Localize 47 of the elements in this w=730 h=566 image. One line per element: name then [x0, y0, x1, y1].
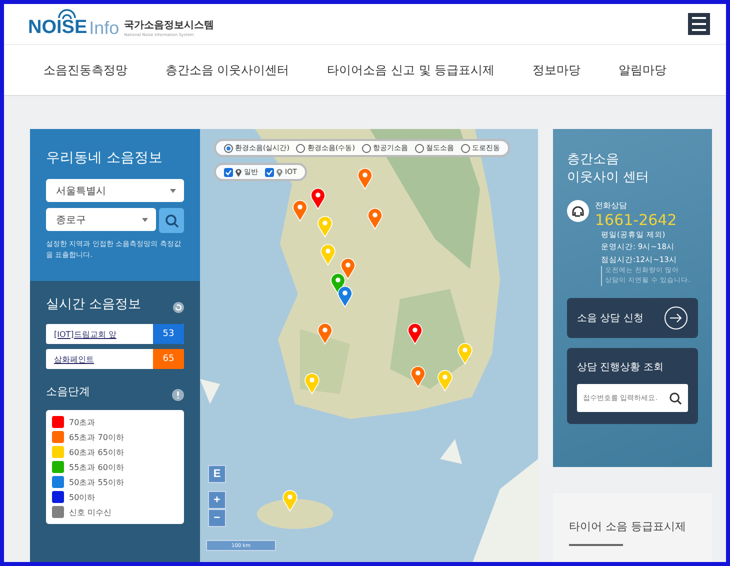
zoom-in-button[interactable]: + [208, 491, 226, 509]
nav-link[interactable]: 정보마당 [532, 62, 581, 78]
level-label: 50이하 [69, 492, 96, 502]
station-link[interactable]: [IOT]드림교회 앞 [46, 324, 153, 344]
center-title: 층간소음 이웃사이 센터 [567, 151, 650, 186]
site-title: 국가소음정보시스템 [124, 19, 214, 32]
compass-button[interactable]: E [208, 465, 226, 483]
level-label: 55초과 60이하 [69, 462, 124, 472]
level-label: 신호 미수신 [69, 506, 112, 518]
checkbox[interactable] [265, 168, 274, 176]
nav-link[interactable]: 층간소음 이웃사이센터 [165, 62, 290, 78]
section-title: 타이어 소음 등급표시제 [569, 519, 686, 534]
phone-label: 전화상담 [595, 200, 628, 212]
logo-text: Info [89, 18, 120, 39]
logo-text[interactable]: NOISE [28, 17, 88, 39]
region-select[interactable]: 종로구 [46, 208, 156, 231]
region-select[interactable]: 서울특별시 [46, 179, 184, 202]
level-label: 65초과 70이하 [69, 432, 124, 442]
headset-icon [567, 200, 589, 222]
menu-button[interactable] [688, 13, 710, 35]
panel-title: 우리동네 소음정보 [46, 149, 164, 167]
checkbox[interactable] [224, 168, 233, 176]
search-icon [164, 214, 178, 228]
search-icon[interactable] [669, 392, 682, 405]
level-label: 70초과 [69, 416, 96, 428]
caret-icon [170, 188, 176, 192]
station-link[interactable]: 삼화페인트 [46, 349, 153, 369]
info-icon[interactable] [172, 388, 184, 400]
nav-link[interactable]: 알림마당 [618, 62, 667, 78]
nav-link[interactable]: 소음진동측정망 [43, 62, 128, 78]
noise-value: 65 [153, 349, 184, 369]
zoom-out-button[interactable]: − [208, 509, 226, 527]
panel-title: 소음단계 [46, 384, 90, 399]
level-label: 50초과 55이하 [69, 476, 124, 488]
pin-icon [276, 168, 283, 176]
search-button[interactable] [159, 208, 184, 233]
refresh-icon[interactable] [173, 302, 184, 312]
wifi-icon [56, 9, 78, 20]
noise-value: 53 [153, 324, 184, 344]
phone-number: 1661-2642 [595, 211, 677, 230]
pin-icon [235, 168, 242, 176]
lookup-title: 상담 진행상황 조회 [577, 360, 664, 374]
caret-icon [142, 218, 148, 222]
apply-button[interactable]: 소음 상담 신청 [567, 298, 698, 338]
level-label: 60초과 65이하 [69, 446, 124, 458]
nav-link[interactable]: 타이어소음 신고 및 등급표시제 [327, 62, 495, 78]
panel-title: 실시간 소음정보 [46, 296, 142, 313]
